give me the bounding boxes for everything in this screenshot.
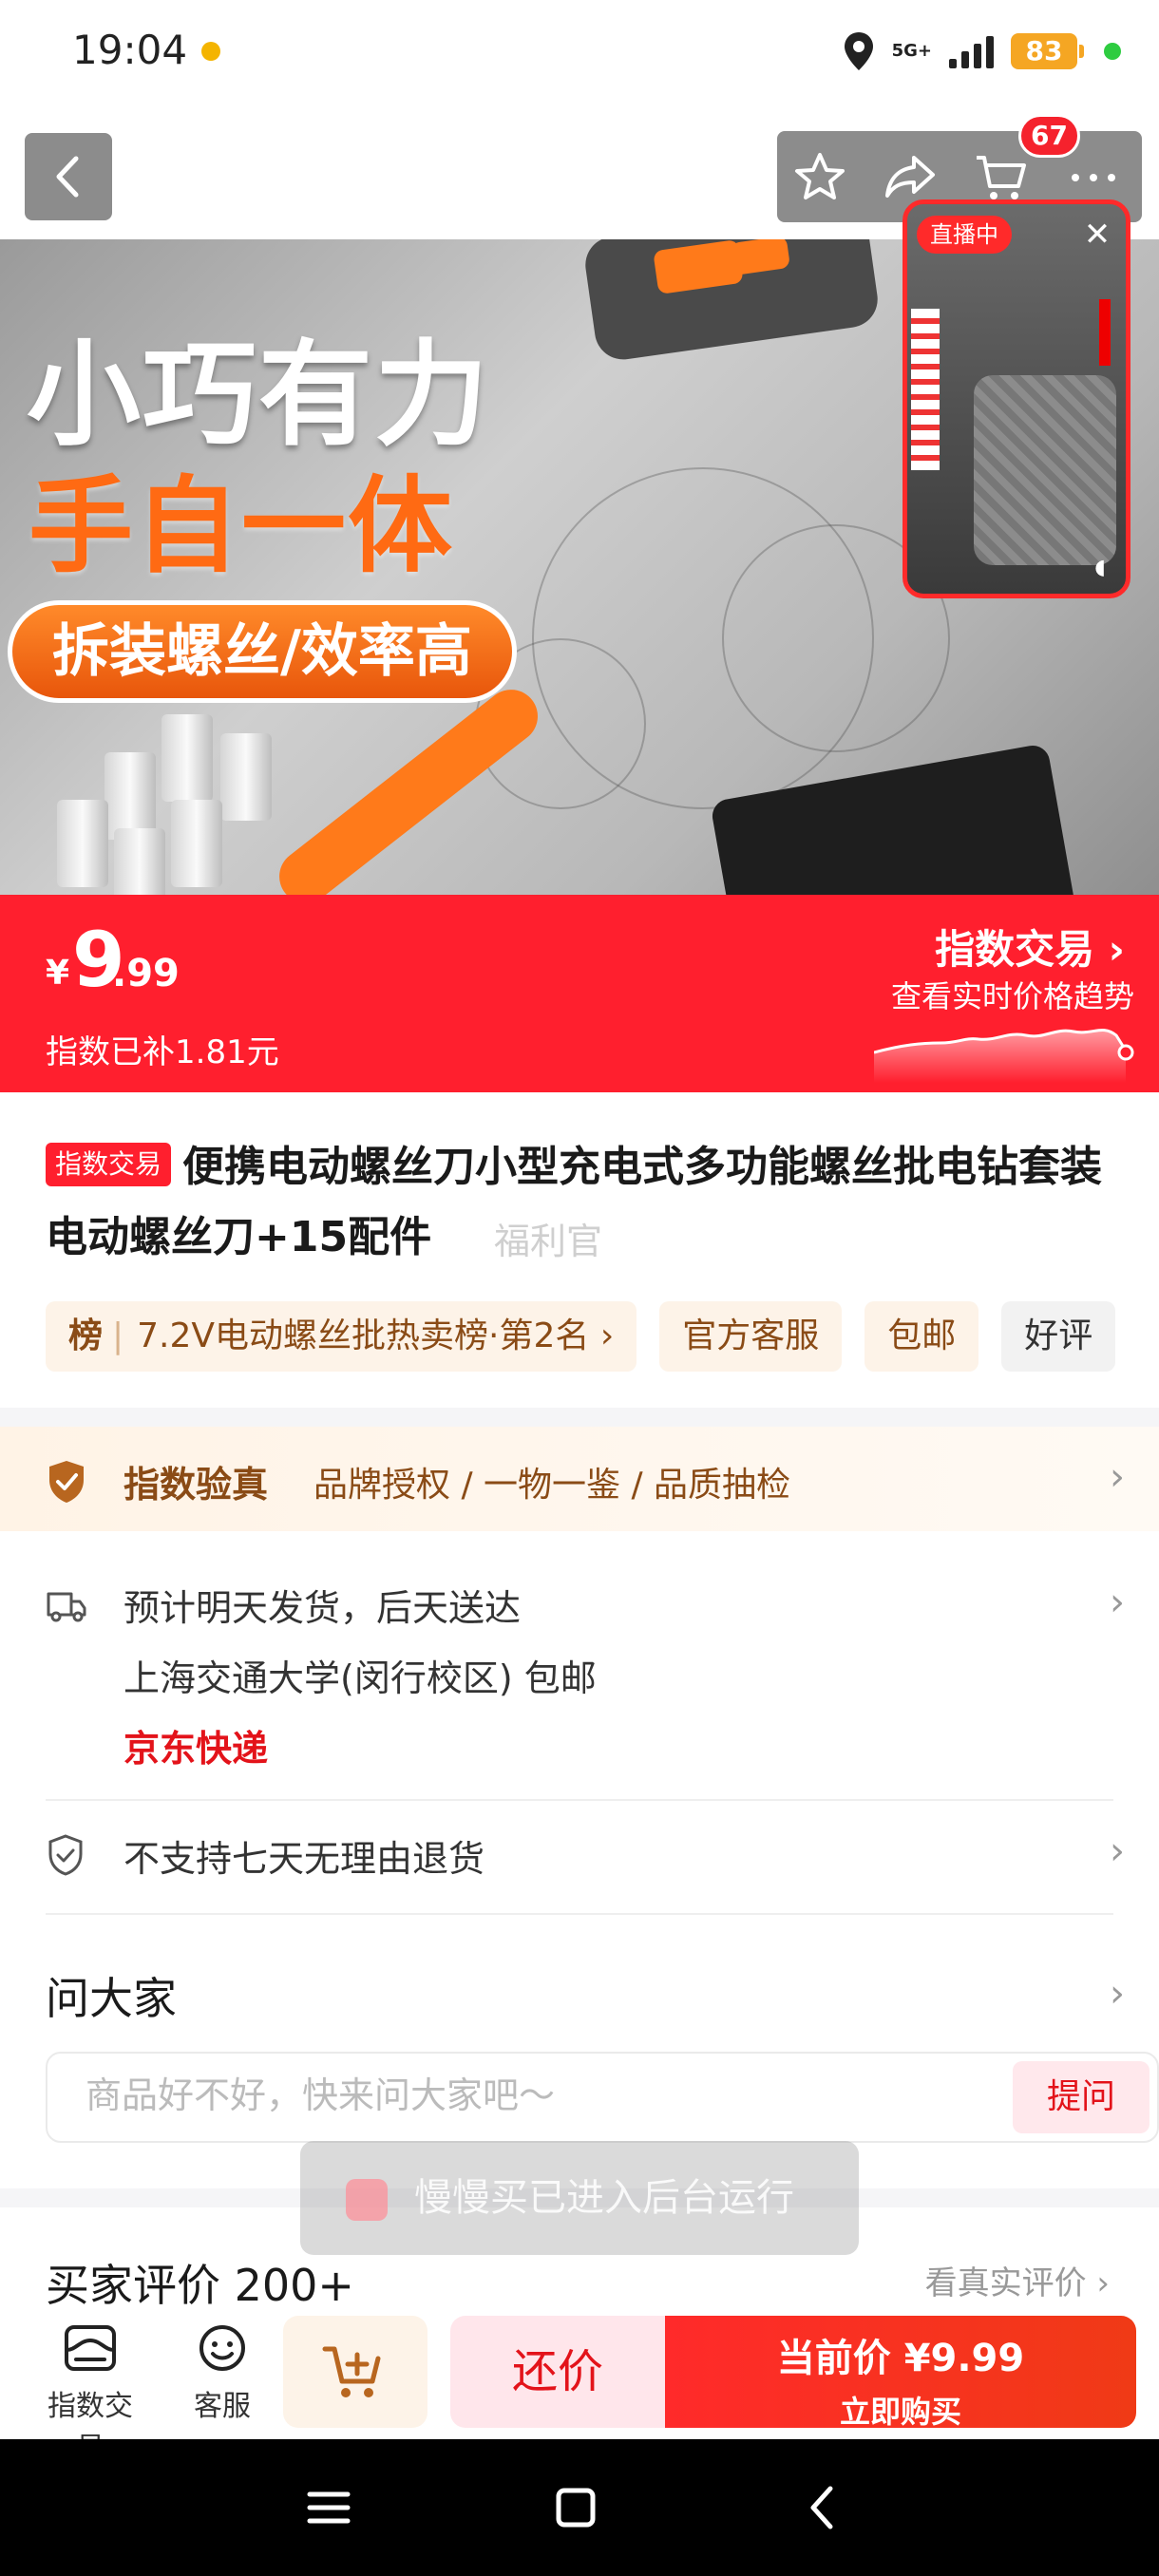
return-policy-icon xyxy=(48,1834,83,1876)
menu-icon[interactable] xyxy=(300,2479,357,2536)
chevron-right-icon: › xyxy=(1110,1972,1125,2016)
share-icon[interactable] xyxy=(882,150,937,205)
good-review-chip[interactable]: 好评 xyxy=(1001,1301,1116,1372)
hero-bit xyxy=(162,714,213,802)
verify-desc: 品牌授权 / 一物一鉴 / 品质抽检 xyxy=(314,1466,791,1505)
delivery-address[interactable]: 上海交通大学(闵行校区) 包邮 xyxy=(124,1649,597,1701)
index-trade-tag: 指数交易 xyxy=(46,1143,172,1186)
back-icon xyxy=(56,156,79,198)
app-icon xyxy=(346,2179,388,2221)
tag-chip-row: 榜 | 7.2V电动螺丝批热卖榜·第2名 › 官方客服 包邮 好评 xyxy=(46,1301,1116,1372)
hero-subtitle: 手自一体 xyxy=(28,465,454,587)
signal-icon xyxy=(949,34,994,68)
bargain-button[interactable]: 还价 xyxy=(450,2316,665,2428)
section-gap xyxy=(0,1408,1159,1427)
notification-icon xyxy=(201,42,220,61)
ask-question-button[interactable]: 提问 xyxy=(1013,2061,1150,2133)
chevron-right-icon: › xyxy=(1110,1581,1125,1624)
cart-plus-icon xyxy=(322,2346,381,2397)
chevron-right-icon: › xyxy=(1110,1829,1125,1873)
tab-customer-service[interactable]: 客服 xyxy=(175,2321,270,2424)
live-product-preview xyxy=(974,375,1116,565)
view-reviews-link[interactable]: 看真实评价 › xyxy=(925,2257,1110,2303)
hero-pill: 拆装螺丝/效率高 xyxy=(8,600,517,703)
return-policy-text[interactable]: 不支持七天无理由退货 xyxy=(124,1829,484,1882)
tab-label: 客服 xyxy=(194,2390,251,2423)
courier-name: 京东快递 xyxy=(124,1728,269,1770)
price-currency: ¥ xyxy=(46,954,70,993)
more-icon[interactable] xyxy=(1066,150,1121,205)
verify-title: 指数验真 xyxy=(124,1464,269,1506)
bottom-action-bar: 指数交易 客服 还价 当前价 ¥9.99 立即购买 xyxy=(0,2310,1159,2465)
battery-icon: 83 xyxy=(1011,33,1084,69)
chip-separator: | xyxy=(112,1316,124,1355)
status-indicators: 5G+ 83 xyxy=(843,25,1121,78)
buy-price-label: 当前价 ¥9.99 xyxy=(776,2337,1025,2380)
index-trade-link[interactable]: 指数交易 › xyxy=(935,918,1125,975)
customer-service-icon xyxy=(200,2325,245,2371)
system-navigation-bar xyxy=(0,2439,1159,2576)
divider xyxy=(46,1913,1113,1915)
cart-icon[interactable] xyxy=(973,150,1028,205)
ranking-chip[interactable]: 榜 | 7.2V电动螺丝批热卖榜·第2名 › xyxy=(46,1301,637,1372)
network-label: 5G+ xyxy=(891,41,932,61)
buy-now-label: 立即购买 xyxy=(839,2394,961,2430)
truck-icon xyxy=(47,1592,86,1622)
ranking-prefix: 榜 xyxy=(68,1316,104,1355)
location-icon xyxy=(844,32,873,70)
privacy-dot-icon xyxy=(1104,43,1121,60)
delivery-estimate[interactable]: 预计明天发货，后天送达 xyxy=(124,1579,521,1631)
live-badge: 直播中 xyxy=(917,216,1012,254)
star-icon[interactable] xyxy=(792,150,847,205)
arrow-up-icon xyxy=(1099,299,1111,366)
home-icon[interactable] xyxy=(547,2479,604,2536)
status-bar: 19:04 5G+ 83 xyxy=(0,0,1159,104)
add-to-cart-button[interactable] xyxy=(283,2316,428,2428)
chevron-right-icon: › xyxy=(1110,1455,1125,1499)
divider xyxy=(46,1799,1113,1801)
mute-icon[interactable]: ◖ xyxy=(1086,554,1114,582)
hero-bit xyxy=(104,752,156,840)
verify-row[interactable]: 指数验真 品牌授权 / 一物一鉴 / 品质抽检 › xyxy=(0,1427,1159,1531)
live-stream-window[interactable]: 直播中 ✕ ◖ xyxy=(902,199,1130,598)
watermark: 福利官 xyxy=(494,1221,603,1262)
official-service-chip[interactable]: 官方客服 xyxy=(659,1301,843,1372)
shield-check-icon xyxy=(49,1461,84,1503)
back-button[interactable] xyxy=(25,133,112,220)
hero-bit xyxy=(114,828,165,895)
ranking-text: 7.2V电动螺丝批热卖榜·第2名 › xyxy=(137,1316,615,1355)
index-trade-icon xyxy=(65,2325,116,2371)
free-shipping-chip[interactable]: 包邮 xyxy=(864,1301,979,1372)
price-trend-sparkline[interactable] xyxy=(874,1014,1140,1083)
hero-bit xyxy=(220,733,272,821)
ask-box: 提问 xyxy=(46,2052,1159,2143)
price-trend-link[interactable]: 查看实时价格趋势 xyxy=(891,973,1134,1016)
ask-input[interactable] xyxy=(86,2074,940,2116)
close-icon[interactable]: ✕ xyxy=(1078,216,1116,254)
background-toast: 慢慢买已进入后台运行 xyxy=(300,2141,859,2255)
nav-back-icon[interactable] xyxy=(794,2479,851,2536)
reviews-title: 买家评价 200+ xyxy=(46,2260,354,2311)
toast-text: 慢慢买已进入后台运行 xyxy=(414,2176,794,2220)
price-decimal: .99 xyxy=(112,952,180,995)
status-time: 19:04 xyxy=(72,27,188,73)
live-price-strip xyxy=(911,309,940,470)
ask-everyone-title[interactable]: 问大家 xyxy=(46,1964,177,2027)
hero-bit xyxy=(57,800,108,887)
cart-count-badge: 67 xyxy=(1018,114,1080,158)
subsidy-text: 指数已补1.81元 xyxy=(46,1033,279,1071)
price-banner: ¥ 9 .99 指数已补1.81元 指数交易 › 查看实时价格趋势 xyxy=(0,895,1159,1092)
buy-now-button[interactable]: 当前价 ¥9.99 立即购买 xyxy=(665,2316,1136,2430)
hero-bit xyxy=(171,800,222,887)
